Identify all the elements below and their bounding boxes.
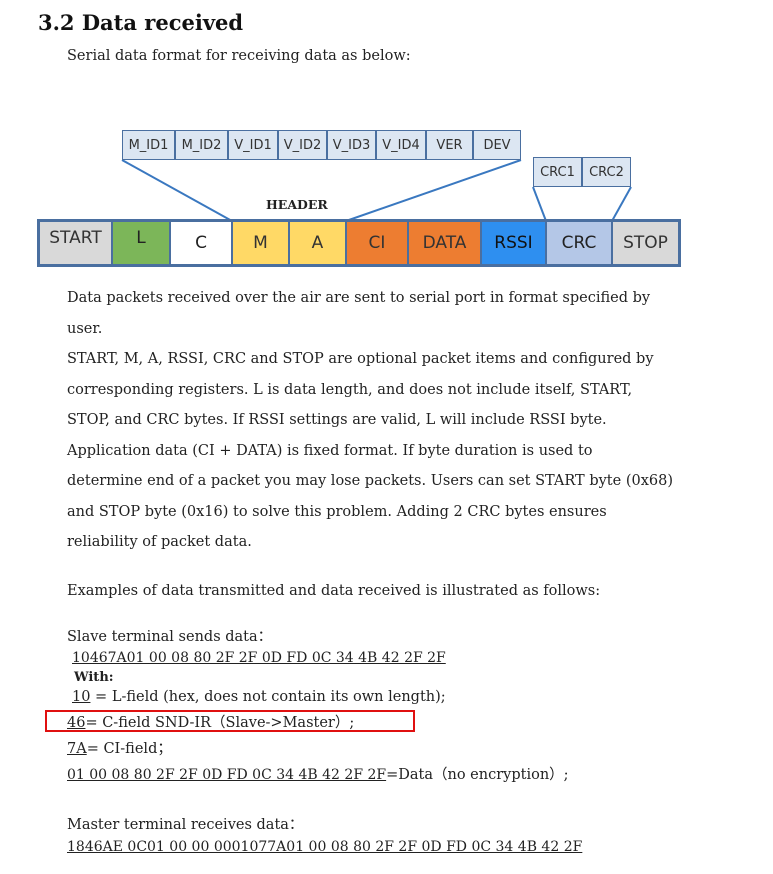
paragraph-line: determine end of a packet you may lose p… — [67, 473, 673, 489]
paragraph-line: START, M, A, RSSI, CRC and STOP are opti… — [67, 351, 654, 367]
paragraph-line: and STOP byte (0x16) to solve this probl… — [67, 503, 607, 520]
header-field-m-id2: M_ID2 — [175, 130, 228, 160]
header-field-dev: DEV — [473, 130, 521, 160]
master-heading: Master terminal receives data： — [67, 817, 304, 833]
with-label: With: — [74, 670, 114, 685]
frame-field-crc: CRC — [546, 221, 612, 265]
paragraph-line: user. — [67, 320, 103, 337]
l-field-code: 10 — [72, 689, 91, 705]
header-field-v-id2: V_ID2 — [278, 130, 327, 160]
l-field-desc: = L-field (hex, does not contain its own… — [90, 689, 446, 705]
header-field-m-id1: M_ID1 — [122, 130, 175, 160]
crc-field-crc1: CRC1 — [533, 157, 582, 187]
highlight-box — [45, 710, 415, 732]
frame-field-a: A — [289, 221, 346, 265]
frame-field-l: L — [112, 221, 170, 265]
data-field-line: 01 00 08 80 2F 2F 0D FD 0C 34 4B 42 2F 2… — [67, 763, 569, 784]
paragraph-line: Data packets received over the air are s… — [67, 290, 651, 306]
slave-heading: Slave terminal sends data： — [67, 629, 273, 645]
ci-field-code: 7A — [67, 741, 87, 757]
description-paragraph: Data packets received over the air are s… — [67, 283, 707, 558]
data-field-desc: =Data（no encryption）; — [386, 767, 569, 783]
header-field-ver: VER — [426, 130, 473, 160]
header-label: HEADER — [266, 197, 328, 212]
frame-field-stop: STOP — [612, 221, 679, 265]
frame-field-rssi: RSSI — [481, 221, 546, 265]
frame-field-c: C — [170, 221, 232, 265]
l-field-line: 10 = L-field (hex, does not contain its … — [72, 689, 446, 705]
data-field-code: 01 00 08 80 2F 2F 0D FD 0C 34 4B 42 2F 2… — [67, 767, 387, 783]
frame-field-start: START — [39, 221, 112, 265]
paragraph-line: corresponding registers. L is data lengt… — [67, 381, 633, 398]
slave-hex-data: 10467A01 00 08 80 2F 2F 0D FD 0C 34 4B 4… — [72, 650, 446, 666]
frame-field-m: M — [232, 221, 289, 265]
paragraph-line: STOP, and CRC bytes. If RSSI settings ar… — [67, 412, 607, 428]
header-field-v-id3: V_ID3 — [327, 130, 376, 160]
paragraph-line: Application data (CI + DATA) is fixed fo… — [67, 442, 593, 459]
crc-field-crc2: CRC2 — [582, 157, 631, 187]
ci-field-line: 7A= CI-field； — [67, 737, 172, 758]
frame-field-data: DATA — [408, 221, 481, 265]
ci-field-desc: = CI-field； — [86, 741, 172, 757]
frame-field-ci: CI — [346, 221, 408, 265]
paragraph-line: reliability of packet data. — [67, 534, 252, 550]
header-field-v-id1: V_ID1 — [228, 130, 278, 160]
examples-intro: Examples of data transmitted and data re… — [67, 583, 601, 599]
header-field-v-id4: V_ID4 — [376, 130, 426, 160]
master-hex-data: 1846AE 0C01 00 00 0001077A01 00 08 80 2F… — [67, 839, 583, 855]
